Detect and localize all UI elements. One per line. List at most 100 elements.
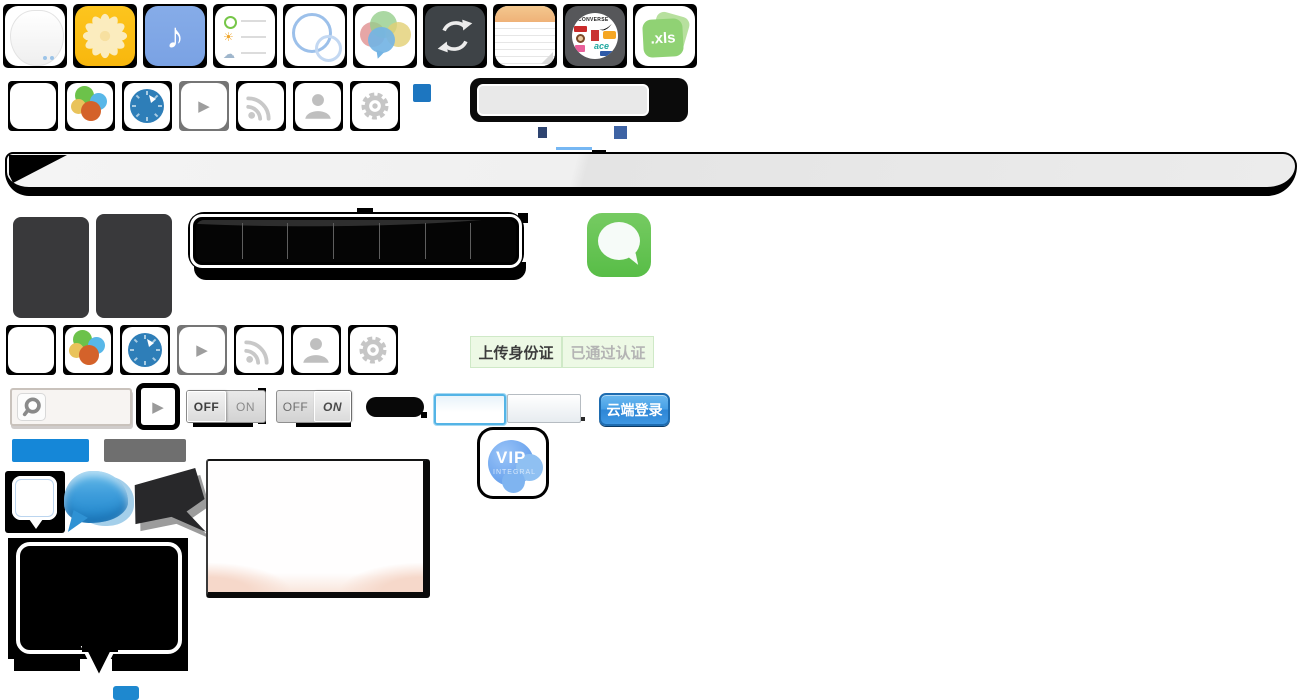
search-input[interactable] [477,84,649,116]
app-icon-brand-collage[interactable]: CONVERSE ace [563,4,627,68]
app-icon-clock[interactable] [120,325,170,375]
toggle-on-label: ON [226,391,265,422]
blue-bar-swatch [12,439,89,462]
list-line [241,36,266,38]
app-icon-blank[interactable] [8,81,58,131]
toggle-switch-on[interactable]: OFF ON [276,390,352,423]
app-icon-sync[interactable] [423,4,487,68]
blue-square-swatch [413,84,431,102]
rss-icon [238,83,284,129]
app-icon-xls-file[interactable]: .xls [633,4,697,68]
magnifier-icon [21,396,43,418]
vip-title: VIP [496,448,526,468]
navy-swatch-small [538,127,547,138]
blue-bubble [368,27,395,53]
segment-divider [379,223,380,259]
clock-icon [124,83,170,129]
black-chat-bubble-group [134,468,206,534]
blue-brand-tag [600,51,614,56]
app-icon-overlap-circles[interactable] [283,4,347,68]
app-icon-settings[interactable] [348,325,398,375]
segmented-toolbar-body [196,220,516,262]
toggle-switch-off[interactable]: OFF ON [186,390,266,423]
play-button-box[interactable]: ▶ [136,383,180,430]
icon-row-2: ▶ [8,81,400,131]
play-glyph: ▶ [152,398,164,416]
list-icon: ☀ ☁ [215,6,275,66]
blank-icon [10,83,56,129]
white-chat-bubble [12,476,57,520]
text-input-focused[interactable] [434,394,506,425]
segment-divider [333,223,334,259]
vip-icon-body: VIP INTEGRAL [480,430,546,496]
app-icon-user[interactable] [293,81,343,131]
app-icon-blank[interactable] [6,325,56,375]
upload-id-button[interactable]: 上传身份证 [470,336,562,368]
red-vertical-label [591,30,599,41]
cloud-login-label: 云端登录 [607,400,663,420]
app-icon-colored-dots[interactable] [65,81,115,131]
white-chat-bubble-tile [5,471,65,533]
blue-bubble-tail [374,50,384,60]
play-icon: ▶ [179,327,225,373]
green-ring [224,16,237,29]
vip-app-icon[interactable]: VIP INTEGRAL [477,427,549,499]
list-line [241,52,266,54]
cloud-login-button[interactable]: 云端登录 [599,393,670,426]
search-bar-frame [470,78,688,122]
monkey-face [578,36,583,41]
sprite-artifact [581,417,585,421]
upload-id-label: 上传身份证 [478,342,553,363]
verified-button[interactable]: 已通过认证 [562,336,654,368]
app-icon-flower-photos[interactable] [73,4,137,68]
text-input[interactable] [507,394,581,423]
app-icon-music[interactable]: ♪ [143,4,207,68]
blue-chat-bubble-group [64,471,136,533]
app-icon-rss[interactable] [234,325,284,375]
app-icon-user[interactable] [291,325,341,375]
notes-fold [541,52,553,64]
sprite-artifact [421,412,427,418]
app-icon-white-blob-chat[interactable] [3,4,67,68]
app-icon-video-play[interactable]: ▶ [179,81,229,131]
gear-icon [350,327,396,373]
xls-icon: .xls [635,6,695,66]
app-icon-video-play[interactable]: ▶ [177,325,227,375]
gear-icon [352,83,398,129]
colored-dots-icon [65,327,111,373]
notes-header [495,6,555,22]
app-icon-rss[interactable] [236,81,286,131]
white-chat-bubble-tail [29,519,43,529]
dot [43,56,47,60]
search-field[interactable] [10,388,132,426]
sun-glyph: ☀ [223,30,234,44]
list-line [241,20,266,22]
play-icon: ▶ [181,83,227,129]
app-icon-settings[interactable] [350,81,400,131]
popover-peach-glow [208,554,423,592]
dot [50,56,54,60]
black-pill [366,397,424,417]
xls-front-shape: .xls [642,18,684,58]
flower-icon [75,6,135,66]
black-tooltip-balloon [8,536,190,688]
segment-divider [242,223,243,259]
cut-off-blue-fragment [113,686,139,700]
toolbar-bar [5,152,1297,196]
xls-label: .xls [650,29,676,47]
orange-brand-tag [603,31,616,39]
sprite-sheet-canvas: ♪ ☀ ☁ [0,0,1315,700]
segment-divider [470,223,471,259]
small-circle [315,35,342,62]
app-icon-reminders-list[interactable]: ☀ ☁ [213,4,277,68]
app-icon-colored-dots[interactable] [63,325,113,375]
app-icon-group-chat[interactable] [353,4,417,68]
app-icon-clock[interactable] [122,81,172,131]
message-bubble-tail [626,253,638,267]
toggle-on-label: ON [314,391,351,422]
magnifier-iconbox [17,393,46,421]
app-icon-notes[interactable] [493,4,557,68]
segmented-toolbar-border [190,214,522,268]
messages-app-icon[interactable] [587,213,651,277]
red-brand-tag [574,26,587,32]
